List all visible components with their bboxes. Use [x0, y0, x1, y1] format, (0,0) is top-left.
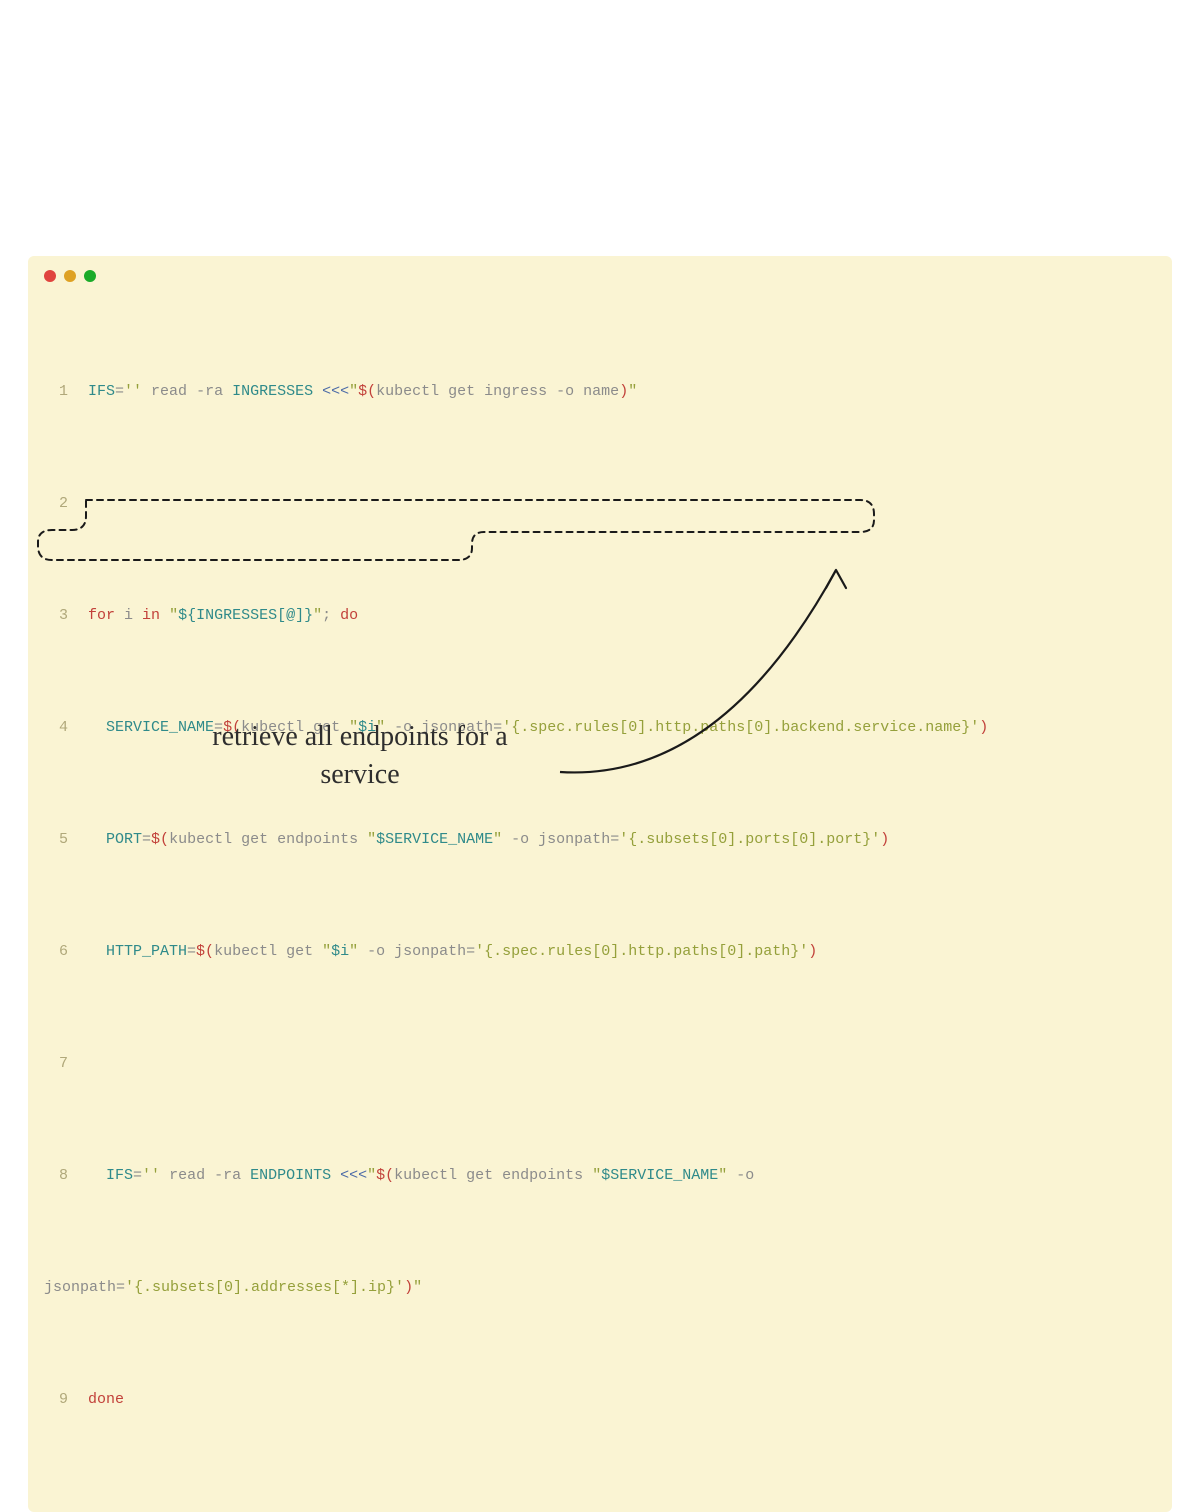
line-number: 3: [44, 602, 68, 630]
code-line: 6 HTTP_PATH=$(kubectl get "$i" -o jsonpa…: [44, 938, 1156, 966]
window-titlebar: [28, 256, 1172, 288]
code-line: 7: [44, 1050, 1156, 1078]
line-number: 6: [44, 938, 68, 966]
code-line-wrap: jsonpath='{.subsets[0].addresses[*].ip}'…: [44, 1274, 1156, 1302]
line-number: 7: [44, 1050, 68, 1078]
annotation-text: retrieve all endpoints for a service: [200, 718, 520, 794]
line-number: 8: [44, 1162, 68, 1190]
code-line: 8 IFS='' read -ra ENDPOINTS <<<"$(kubect…: [44, 1162, 1156, 1190]
line-number: 5: [44, 826, 68, 854]
line-number: 9: [44, 1386, 68, 1414]
close-dot: [44, 270, 56, 282]
line-number: 4: [44, 714, 68, 742]
code-line: 5 PORT=$(kubectl get endpoints "$SERVICE…: [44, 826, 1156, 854]
code-content: IFS='' read -ra INGRESSES <<<"$(kubectl …: [88, 378, 1156, 406]
code-line: 3 for i in "${INGRESSES[@]}"; do: [44, 602, 1156, 630]
line-number: 2: [44, 490, 68, 518]
code-line: 1 IFS='' read -ra INGRESSES <<<"$(kubect…: [44, 378, 1156, 406]
code-line: 2: [44, 490, 1156, 518]
line-number: 1: [44, 378, 68, 406]
minimize-dot: [64, 270, 76, 282]
code-block: 1 IFS='' read -ra INGRESSES <<<"$(kubect…: [28, 288, 1172, 1498]
code-line: 9 done: [44, 1386, 1156, 1414]
code-window: 1 IFS='' read -ra INGRESSES <<<"$(kubect…: [28, 256, 1172, 1512]
zoom-dot: [84, 270, 96, 282]
